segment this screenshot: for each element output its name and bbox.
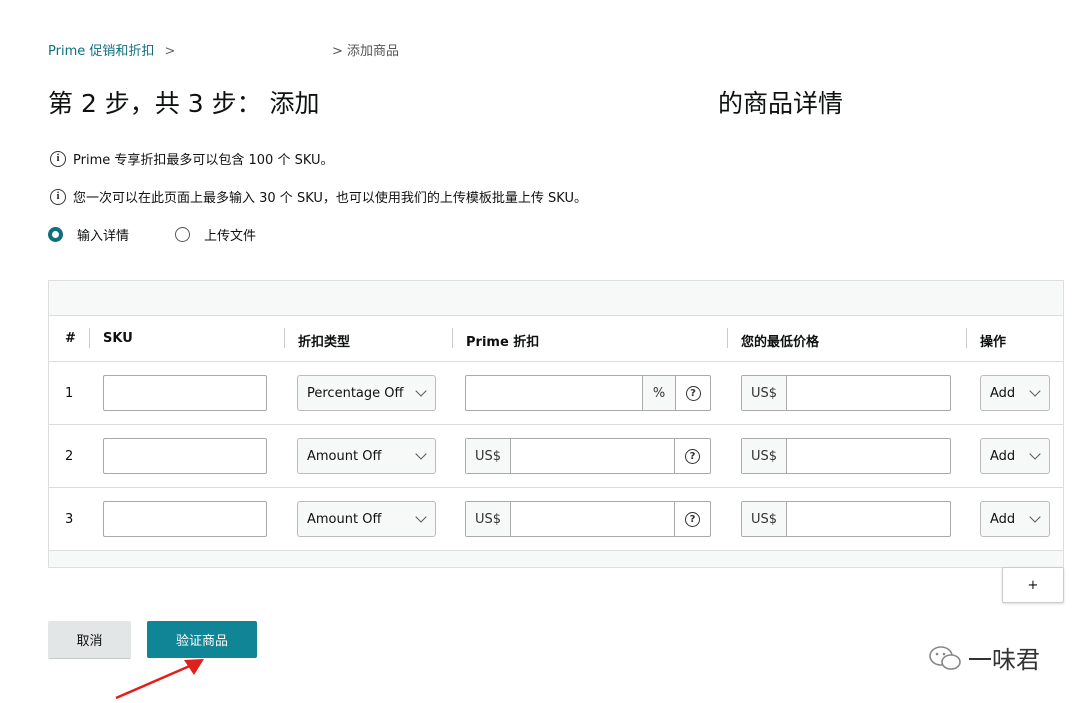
min-price-field: US$ — [741, 375, 951, 411]
column-header-min-price: 您的最低价格 — [741, 335, 820, 350]
discount-type-value: Amount Off — [307, 511, 382, 527]
action-value: Add — [990, 385, 1016, 401]
breadcrumb-root-link[interactable]: Prime 促销和折扣 — [48, 44, 154, 59]
notice-text: 您一次可以在此页面上最多输入 30 个 SKU，也可以使用我们的上传模板批量上传… — [73, 191, 587, 206]
min-price-field: US$ — [741, 438, 951, 474]
breadcrumb-separator-icon: > — [164, 44, 176, 59]
breadcrumb-separator-icon: > — [332, 44, 343, 59]
sku-input[interactable] — [103, 438, 267, 474]
notice-upload-hint: i 您一次可以在此页面上最多输入 30 个 SKU，也可以使用我们的上传模板批量… — [50, 187, 587, 206]
prime-discount-field: US$ ? — [465, 438, 711, 474]
action-value: Add — [990, 448, 1016, 464]
table-row: 2 Amount Off US$ ? US$ Add — [49, 425, 1063, 488]
discount-type-value: Percentage Off — [307, 385, 404, 401]
action-select[interactable]: Add — [980, 375, 1050, 411]
sku-input[interactable] — [103, 375, 267, 411]
prime-discount-field: % ? — [465, 375, 711, 411]
percent-suffix: % — [642, 376, 676, 410]
currency-prefix: US$ — [466, 502, 511, 536]
sku-input[interactable] — [103, 501, 267, 537]
min-price-input[interactable] — [787, 439, 950, 473]
currency-prefix: US$ — [742, 502, 787, 536]
table-row: 3 Amount Off US$ ? US$ Add — [49, 488, 1063, 551]
prime-discount-input[interactable] — [466, 376, 642, 410]
help-button[interactable]: ? — [675, 439, 710, 473]
chevron-down-icon — [415, 385, 427, 397]
chevron-down-icon — [415, 448, 427, 460]
column-header-action: 操作 — [980, 335, 1007, 350]
column-header-prime-discount: Prime 折扣 — [466, 335, 540, 350]
question-circle-icon: ? — [685, 511, 700, 527]
radio-selected-icon[interactable] — [48, 227, 63, 242]
column-divider — [727, 328, 728, 348]
cancel-button[interactable]: 取消 — [48, 621, 131, 659]
row-index: 3 — [65, 512, 74, 527]
add-row-button[interactable]: + — [1002, 567, 1064, 603]
notice-text: Prime 专享折扣最多可以包含 100 个 SKU。 — [73, 153, 334, 168]
column-header-discount-type: 折扣类型 — [298, 335, 351, 350]
column-header-index: # — [65, 331, 76, 346]
prime-discount-input[interactable] — [511, 439, 675, 473]
discount-type-select[interactable]: Percentage Off — [297, 375, 436, 411]
action-select[interactable]: Add — [980, 501, 1050, 537]
discount-type-select[interactable]: Amount Off — [297, 501, 436, 537]
column-header-sku: SKU — [103, 331, 133, 346]
row-index: 1 — [65, 386, 74, 401]
discount-type-select[interactable]: Amount Off — [297, 438, 436, 474]
table-row: 1 Percentage Off % ? US$ Add — [49, 362, 1063, 425]
currency-prefix: US$ — [742, 376, 787, 410]
breadcrumb: Prime 促销和折扣 > > 添加商品 — [48, 40, 399, 59]
wechat-icon — [929, 645, 961, 670]
radio-unselected-icon[interactable] — [175, 227, 191, 242]
sku-table: # SKU 折扣类型 Prime 折扣 您的最低价格 操作 1 Percenta… — [48, 280, 1064, 568]
page-title-right: 的商品详情 — [718, 89, 844, 118]
breadcrumb-current: > 添加商品 — [332, 40, 399, 59]
verify-products-button[interactable]: 验证商品 — [147, 621, 257, 658]
page-title-left: 第 2 步，共 3 步： 添加 — [48, 89, 320, 118]
chevron-down-icon — [1029, 448, 1041, 460]
min-price-field: US$ — [741, 501, 951, 537]
table-footer — [49, 551, 1063, 567]
min-price-input[interactable] — [787, 502, 950, 536]
info-circle-icon: i — [50, 150, 66, 167]
radio-upload-file[interactable]: 上传文件 — [175, 225, 256, 244]
action-value: Add — [990, 511, 1016, 527]
question-circle-icon: ? — [685, 448, 700, 464]
prime-discount-input[interactable] — [511, 502, 675, 536]
chevron-down-icon — [415, 511, 427, 523]
chevron-down-icon — [1029, 385, 1041, 397]
help-button[interactable]: ? — [675, 502, 710, 536]
table-header: # SKU 折扣类型 Prime 折扣 您的最低价格 操作 — [49, 316, 1063, 362]
watermark: 一味君 — [928, 640, 1040, 675]
red-arrow-icon — [115, 659, 204, 700]
currency-prefix: US$ — [466, 439, 511, 473]
input-mode-radio-group: 输入详情 上传文件 — [48, 225, 302, 244]
column-divider — [452, 328, 453, 348]
question-circle-icon: ? — [685, 385, 701, 401]
watermark-text: 一味君 — [968, 646, 1040, 674]
row-index: 2 — [65, 449, 74, 464]
column-divider — [89, 328, 90, 348]
notice-sku-limit: i Prime 专享折扣最多可以包含 100 个 SKU。 — [50, 149, 334, 168]
chevron-down-icon — [1029, 511, 1041, 523]
radio-label: 输入详情 — [77, 229, 130, 244]
table-toolbar — [49, 281, 1063, 316]
column-divider — [966, 328, 967, 348]
action-select[interactable]: Add — [980, 438, 1050, 474]
breadcrumb-current-label: 添加商品 — [347, 44, 400, 59]
help-button[interactable]: ? — [676, 376, 710, 410]
column-divider — [284, 328, 285, 348]
min-price-input[interactable] — [787, 376, 950, 410]
info-circle-icon: i — [50, 188, 66, 205]
radio-enter-details[interactable]: 输入详情 — [48, 225, 129, 244]
prime-discount-field: US$ ? — [465, 501, 711, 537]
discount-type-value: Amount Off — [307, 448, 382, 464]
radio-label: 上传文件 — [204, 229, 257, 244]
currency-prefix: US$ — [742, 439, 787, 473]
